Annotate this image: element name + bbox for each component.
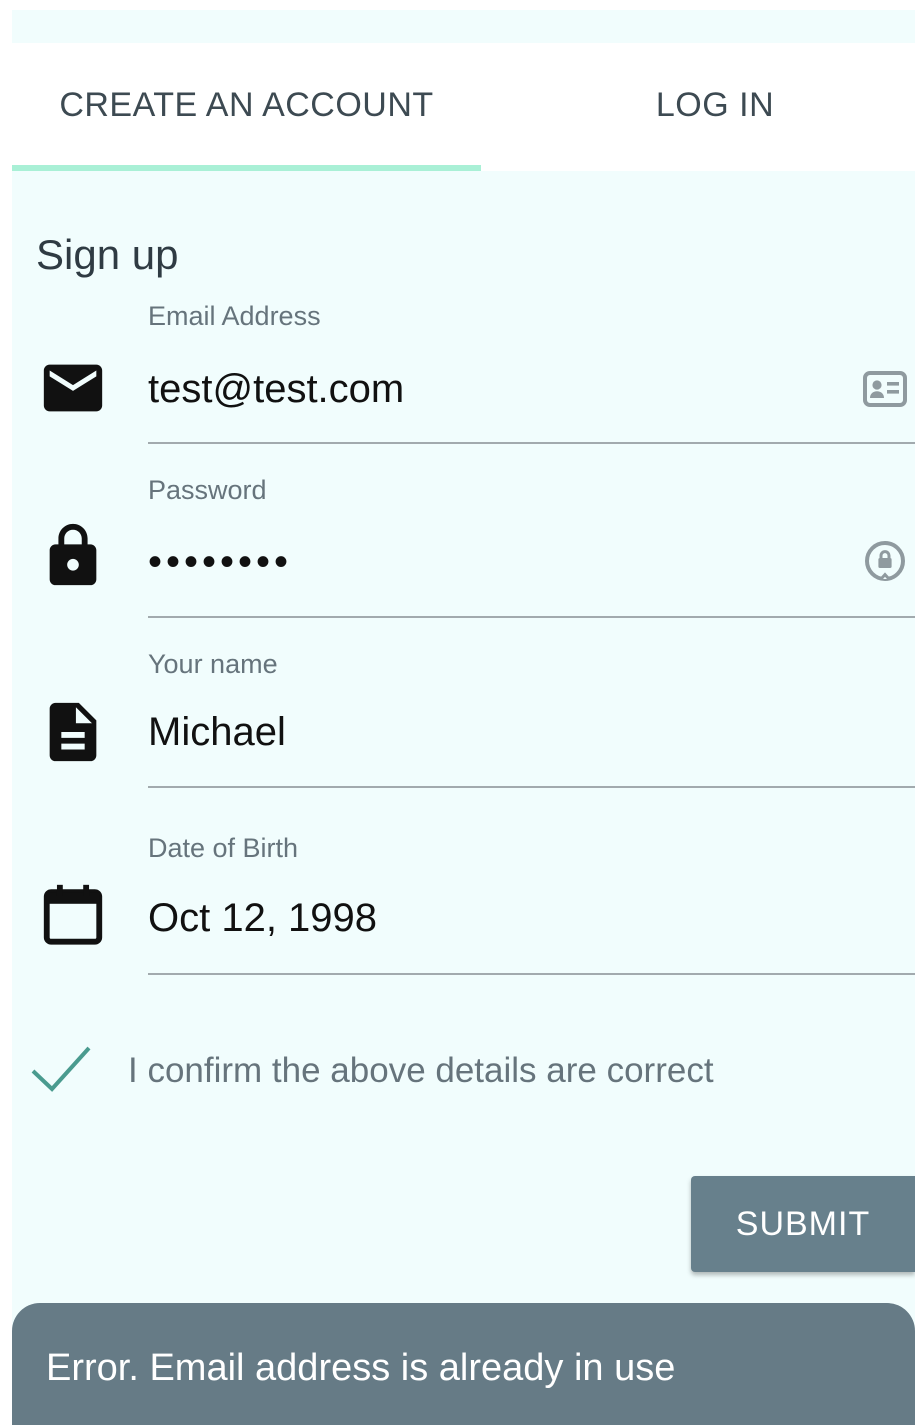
email-underline <box>148 442 915 444</box>
top-strip <box>12 10 915 43</box>
dob-underline <box>148 973 915 975</box>
error-message: Error. Email address is already in use <box>46 1347 676 1389</box>
name-input[interactable] <box>148 703 828 761</box>
password-underline <box>148 616 915 618</box>
confirm-label: I confirm the above details are correct <box>128 1051 714 1090</box>
form-heading: Sign up <box>36 231 179 278</box>
dob-input[interactable] <box>148 889 828 947</box>
tab-create-account[interactable]: CREATE AN ACCOUNT <box>12 43 481 167</box>
document-icon <box>49 702 97 762</box>
tab-bar: CREATE AN ACCOUNT LOG IN <box>12 43 915 171</box>
signup-form: Sign up Email Address Password <box>12 171 915 1425</box>
email-label: Email Address <box>148 301 321 331</box>
password-manager-icon[interactable] <box>861 537 909 585</box>
error-snackbar: Error. Email address is already in use <box>12 1303 915 1425</box>
dob-label: Date of Birth <box>148 833 299 863</box>
lock-icon <box>49 523 97 586</box>
calendar-icon[interactable] <box>38 879 108 949</box>
password-label: Password <box>148 475 267 505</box>
name-underline <box>148 786 915 788</box>
checkmark-icon[interactable] <box>30 1043 92 1093</box>
confirm-checkbox[interactable]: I confirm the above details are correct <box>30 1041 890 1101</box>
submit-button[interactable]: SUBMIT <box>691 1176 915 1272</box>
email-input[interactable] <box>148 360 828 418</box>
name-label: Your name <box>148 649 278 679</box>
envelope-icon <box>43 364 103 412</box>
contact-card-icon[interactable] <box>861 365 909 413</box>
signup-page: CREATE AN ACCOUNT LOG IN Sign up Email A… <box>0 0 915 1425</box>
password-input[interactable] <box>148 533 828 591</box>
tab-log-in[interactable]: LOG IN <box>481 43 915 167</box>
